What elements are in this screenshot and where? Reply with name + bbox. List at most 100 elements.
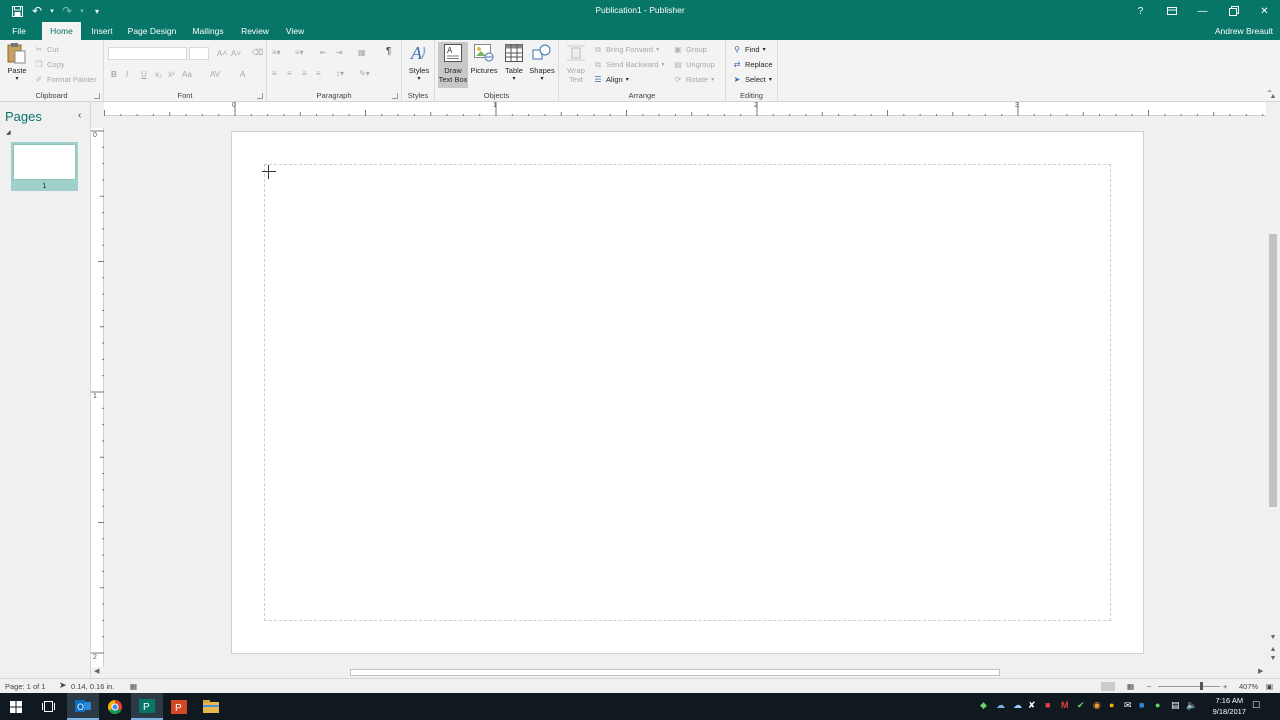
select-button[interactable]: ➤ Select ▾ bbox=[732, 73, 772, 86]
powerpoint-taskbar-icon[interactable]: P bbox=[163, 693, 195, 720]
find-button[interactable]: ⚲ Find ▾ bbox=[732, 43, 766, 56]
defender-tray-icon[interactable]: ◆ bbox=[980, 700, 987, 711]
scroll-left-icon[interactable]: ◀ bbox=[94, 667, 99, 675]
vertical-scrollbar[interactable]: ▲ ▼ ▲ ▼ bbox=[1266, 93, 1280, 667]
pictures-button[interactable]: Pictures bbox=[469, 42, 499, 75]
outlook-taskbar-icon[interactable]: O bbox=[67, 693, 99, 720]
page-count-status[interactable]: Page: 1 of 1 bbox=[5, 682, 45, 691]
publication-page[interactable] bbox=[231, 131, 1144, 654]
styles-button[interactable]: A Styles ▾ bbox=[405, 42, 433, 84]
tab-view[interactable]: View bbox=[280, 22, 310, 40]
bring-forward-button[interactable]: ⧉ Bring Forward ▾ bbox=[593, 43, 659, 56]
tab-file[interactable]: File bbox=[4, 22, 34, 40]
tab-insert[interactable]: Insert bbox=[86, 22, 118, 40]
minimize-icon[interactable]: — bbox=[1187, 0, 1218, 22]
mail-tray-icon[interactable]: ✉ bbox=[1124, 700, 1132, 711]
onedrive-tray-icon[interactable]: ☁ bbox=[996, 700, 1005, 711]
align-right-icon[interactable]: ≡ bbox=[302, 69, 307, 78]
table-dropdown-icon[interactable]: ▾ bbox=[512, 75, 515, 84]
expand-triangle-icon[interactable]: ◢ bbox=[6, 129, 11, 136]
line-spacing-icon[interactable]: ↕▾ bbox=[336, 69, 344, 78]
paragraph-launcher-icon[interactable] bbox=[392, 93, 398, 99]
increase-indent-icon[interactable]: ⇥ bbox=[336, 48, 343, 57]
font-launcher-icon[interactable] bbox=[257, 93, 263, 99]
tab-page-design[interactable]: Page Design bbox=[124, 22, 180, 40]
paste-button[interactable]: Paste ▾ bbox=[4, 42, 30, 84]
draw-text-box-button[interactable]: A Draw Text Box bbox=[438, 42, 468, 88]
wrap-text-button[interactable]: Wrap Text bbox=[563, 42, 589, 84]
file-explorer-taskbar-icon[interactable] bbox=[195, 693, 227, 720]
character-spacing-button[interactable]: AV bbox=[210, 70, 220, 79]
group-button[interactable]: ▣ Group bbox=[673, 43, 707, 56]
change-case-button[interactable]: Aa bbox=[182, 70, 192, 79]
bullets-icon[interactable]: ≡▾ bbox=[272, 48, 281, 57]
chrome-tray-icon[interactable]: ● bbox=[1109, 700, 1114, 710]
close-icon[interactable]: ✕ bbox=[1249, 0, 1280, 22]
justify-icon[interactable]: ≡ bbox=[316, 69, 321, 78]
copy-button[interactable]: ❐ Copy bbox=[34, 58, 64, 71]
workspace[interactable] bbox=[104, 117, 1266, 667]
zoom-in-icon[interactable]: + bbox=[1223, 682, 1227, 691]
cut-button[interactable]: ✂ Cut bbox=[34, 43, 59, 56]
volume-tray-icon[interactable]: 🔈 bbox=[1186, 700, 1197, 711]
outlook-tray-icon[interactable]: ■ bbox=[1139, 700, 1144, 710]
zoom-level[interactable]: 407% bbox=[1239, 682, 1258, 691]
bold-button[interactable]: B bbox=[111, 70, 117, 79]
superscript-button[interactable]: x² bbox=[168, 70, 175, 79]
italic-button[interactable]: I bbox=[126, 70, 128, 79]
restore-icon[interactable] bbox=[1218, 0, 1249, 22]
gmail-tray-icon[interactable]: M bbox=[1061, 700, 1069, 710]
styles-dropdown-icon[interactable]: ▾ bbox=[417, 75, 420, 84]
scroll-right-icon[interactable]: ▶ bbox=[1258, 667, 1263, 675]
show-paragraph-marks-button[interactable]: ¶ bbox=[386, 46, 391, 57]
shrink-font-button[interactable]: A˅ bbox=[231, 49, 241, 58]
task-view-icon[interactable] bbox=[32, 693, 64, 720]
horizontal-ruler[interactable]: 0 1 2 3 bbox=[104, 102, 1266, 116]
bluetooth-tray-icon[interactable]: ◉ bbox=[1093, 700, 1101, 711]
underline-button[interactable]: U bbox=[141, 70, 147, 79]
vertical-scroll-thumb[interactable] bbox=[1269, 234, 1277, 507]
zoom-out-icon[interactable]: − bbox=[1147, 682, 1151, 691]
decrease-indent-icon[interactable]: ⇤ bbox=[320, 48, 327, 57]
chrome-taskbar-icon[interactable] bbox=[99, 693, 131, 720]
align-center-icon[interactable]: ≡ bbox=[287, 69, 292, 78]
collapse-pane-icon[interactable]: ‹ bbox=[78, 110, 81, 121]
tab-mailings[interactable]: Mailings bbox=[186, 22, 230, 40]
align-left-icon[interactable]: ≡ bbox=[272, 69, 277, 78]
font-name-input[interactable] bbox=[108, 47, 187, 60]
fit-page-icon[interactable]: ▣ bbox=[1266, 682, 1273, 691]
update-tray-icon[interactable]: ✔ bbox=[1077, 700, 1085, 711]
scroll-up-icon[interactable]: ▲ bbox=[1266, 93, 1280, 100]
next-page-icon[interactable]: ▼ bbox=[1266, 655, 1280, 662]
vertical-ruler[interactable]: 0 1 2 bbox=[91, 128, 104, 668]
windows-start-icon[interactable] bbox=[0, 693, 32, 720]
numbering-icon[interactable]: ≡▾ bbox=[295, 48, 304, 57]
paste-dropdown-icon[interactable]: ▾ bbox=[15, 75, 18, 84]
tab-review[interactable]: Review bbox=[236, 22, 274, 40]
publisher-taskbar-icon[interactable]: P bbox=[131, 693, 163, 720]
network-drive-tray-icon[interactable]: ☁ bbox=[1013, 700, 1022, 711]
action-center-icon[interactable]: ☐ bbox=[1252, 700, 1260, 711]
horizontal-scroll-thumb[interactable] bbox=[350, 669, 1000, 676]
replace-button[interactable]: ⇄ Replace bbox=[732, 58, 773, 71]
shapes-dropdown-icon[interactable]: ▾ bbox=[540, 75, 543, 84]
tools-tray-icon[interactable]: ✘ bbox=[1028, 700, 1036, 711]
single-page-view-icon[interactable] bbox=[1101, 682, 1115, 691]
tab-home[interactable]: Home bbox=[42, 22, 81, 40]
subscript-button[interactable]: x₂ bbox=[155, 70, 162, 79]
font-color-button[interactable]: A bbox=[240, 70, 245, 79]
align-button[interactable]: ☰ Align ▾ bbox=[593, 73, 628, 86]
horizontal-scrollbar[interactable]: ◀ ▶ bbox=[91, 667, 1266, 678]
shading-icon[interactable]: ✎▾ bbox=[359, 69, 370, 78]
taskbar-clock[interactable]: 7:16 AM 9/18/2017 bbox=[1213, 695, 1246, 717]
network-tray-icon[interactable]: ▤ bbox=[1171, 700, 1180, 711]
table-button[interactable]: Table ▾ bbox=[501, 42, 527, 84]
help-button[interactable]: ? bbox=[1125, 0, 1156, 22]
shapes-button[interactable]: Shapes ▾ bbox=[528, 42, 556, 84]
sync-tray-icon[interactable]: ● bbox=[1155, 700, 1160, 710]
scroll-down-icon[interactable]: ▼ bbox=[1266, 634, 1280, 641]
clipboard-launcher-icon[interactable] bbox=[94, 93, 100, 99]
font-size-input[interactable] bbox=[189, 47, 209, 60]
antivirus-tray-icon[interactable]: ■ bbox=[1045, 700, 1050, 710]
rotate-button[interactable]: ⟳ Rotate ▾ bbox=[673, 73, 714, 86]
